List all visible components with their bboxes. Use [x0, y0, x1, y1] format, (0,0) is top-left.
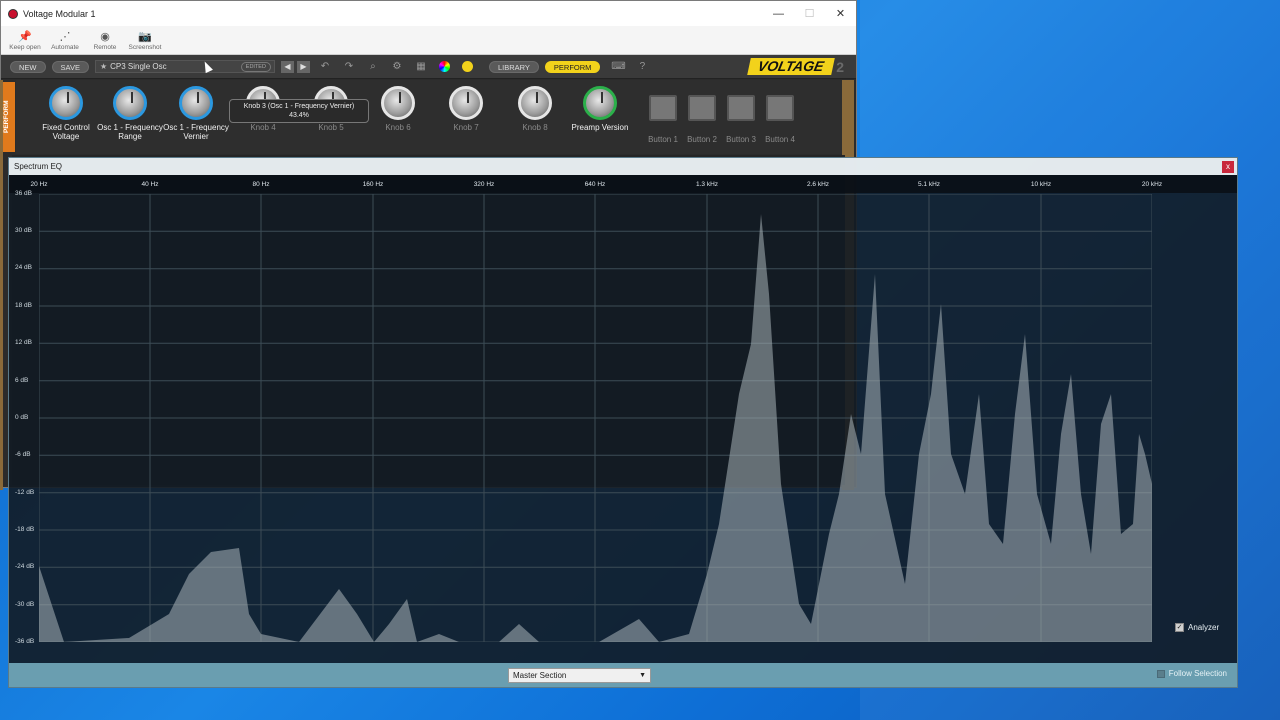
library-button[interactable]: LIBRARY	[488, 60, 539, 73]
knob-dial[interactable]	[113, 86, 147, 120]
voltage-toolbar: 📌 Keep open ⋰ Automate ◉ Remote 📷 Screen…	[1, 26, 856, 55]
eq-close-button[interactable]: x	[1222, 160, 1234, 173]
voltage-titlebar: Voltage Modular 1 — ☐ ✕	[1, 1, 856, 26]
follow-selection-checkbox[interactable]	[1156, 669, 1165, 678]
eq-titlebar: Spectrum EQ x	[9, 158, 1237, 175]
perform-button-2[interactable]	[688, 95, 716, 121]
spectrum-plot[interactable]	[39, 194, 1152, 642]
analyzer-checkbox[interactable]: ✓	[1175, 623, 1184, 632]
knob-dial[interactable]	[179, 86, 213, 120]
knob-preamp-version[interactable]: Preamp Version	[567, 86, 633, 132]
voltage-window-title: Voltage Modular 1	[23, 8, 96, 19]
follow-selection-label: Follow Selection	[1168, 669, 1227, 678]
freq-label: 20 Hz	[30, 181, 48, 188]
analyzer-toggle[interactable]: ✓ Analyzer	[1175, 623, 1219, 632]
star-icon[interactable]: ★	[100, 62, 107, 71]
button-4-label: Button 4	[765, 135, 795, 144]
minimize-icon[interactable]: —	[763, 8, 794, 20]
chevron-down-icon: ▼	[639, 672, 646, 679]
undo-icon[interactable]: ↶	[313, 61, 337, 72]
knob-6[interactable]: Knob 6	[365, 86, 431, 132]
perform-button-3[interactable]	[727, 95, 755, 121]
edited-badge: EDITED	[240, 61, 271, 72]
remote-icon: ◉	[100, 31, 110, 43]
analyzer-label: Analyzer	[1188, 623, 1220, 632]
db-label: 30 dB	[15, 227, 32, 234]
voltage-header-bar: NEW SAVE ★ CP3 Single Osc EDITED ◀ ▶ ↶ ↷…	[1, 55, 856, 79]
freq-label: 20 kHz	[1141, 181, 1163, 188]
redo-icon[interactable]: ↷	[337, 61, 361, 72]
freq-label: 80 Hz	[252, 181, 270, 188]
freq-label: 160 Hz	[362, 181, 384, 188]
freq-label: 640 Hz	[584, 181, 606, 188]
knob-dial[interactable]	[381, 86, 415, 120]
maximize-icon[interactable]: ☐	[794, 7, 825, 20]
db-label: -30 dB	[15, 601, 35, 608]
freq-label: 5.1 kHz	[917, 181, 941, 188]
close-icon[interactable]: ✕	[825, 7, 856, 20]
freq-label: 40 Hz	[141, 181, 159, 188]
db-label: 24 dB	[15, 264, 32, 271]
keep-open-button[interactable]: 📌 Keep open	[5, 31, 45, 54]
db-label: 36 dB	[15, 190, 32, 197]
spectrum-eq-window: Spectrum EQ x 20 Hz 40 Hz 80 Hz 160 Hz 3…	[8, 157, 1238, 688]
eq-footer-bar: Master Section ▼ Follow Selection	[9, 663, 1237, 687]
db-label: -24 dB	[15, 563, 35, 570]
db-label: 0 dB	[15, 414, 29, 421]
next-preset-icon[interactable]: ▶	[296, 60, 310, 73]
db-label: -36 dB	[15, 638, 35, 645]
automate-button[interactable]: ⋰ Automate	[45, 31, 85, 54]
eq-window-title: Spectrum EQ	[14, 162, 63, 171]
knob-8[interactable]: Knob 8	[502, 86, 568, 132]
zoom-icon[interactable]: ⌕	[361, 61, 385, 72]
perform-button[interactable]: PERFORM	[544, 60, 601, 73]
save-button[interactable]: SAVE	[51, 60, 89, 73]
db-label: -18 dB	[15, 526, 35, 533]
knob-dial[interactable]	[49, 86, 83, 120]
knob-osc1-frequency-range[interactable]: Osc 1 - Frequency Range	[97, 86, 163, 141]
knob-dial[interactable]	[518, 86, 552, 120]
automate-icon: ⋰	[59, 31, 71, 43]
db-label: 18 dB	[15, 302, 32, 309]
keyboard-icon[interactable]: ⌨	[606, 61, 630, 72]
knob-osc1-frequency-vernier[interactable]: Osc 1 - Frequency Vernier	[163, 86, 229, 141]
perform-button-4[interactable]	[766, 95, 794, 121]
frequency-axis: 20 Hz 40 Hz 80 Hz 160 Hz 320 Hz 640 Hz 1…	[9, 175, 1237, 193]
knob-tooltip: Knob 3 (Osc 1 - Frequency Vernier) 43.4%	[229, 99, 369, 123]
follow-selection-toggle[interactable]: Follow Selection	[1156, 669, 1227, 678]
perform-tab[interactable]: PERFORM	[3, 82, 15, 152]
voltage-app-icon	[8, 8, 18, 19]
freq-label: 320 Hz	[473, 181, 495, 188]
voltage-logo: VOLTAGE	[746, 58, 835, 75]
camera-icon: 📷	[138, 31, 152, 43]
color-wheel-icon[interactable]	[438, 61, 450, 72]
section-select-value: Master Section	[513, 671, 567, 680]
db-label: 12 dB	[15, 339, 32, 346]
preset-selector[interactable]: ★ CP3 Single Osc EDITED	[94, 60, 275, 73]
knob-fixed-control-voltage[interactable]: Fixed Control Voltage	[33, 86, 99, 141]
knob-dial[interactable]	[583, 86, 617, 120]
remote-button[interactable]: ◉ Remote	[85, 31, 125, 54]
gear-icon[interactable]: ⚙	[385, 61, 409, 72]
perform-button-1[interactable]	[649, 95, 677, 121]
pin-icon: 📌	[18, 31, 32, 43]
knob-dial[interactable]	[449, 86, 483, 120]
new-button[interactable]: NEW	[10, 60, 46, 73]
help-icon[interactable]: ?	[630, 61, 654, 72]
preset-name: CP3 Single Osc	[110, 62, 167, 71]
section-select[interactable]: Master Section ▼	[508, 668, 651, 683]
voltage-logo-number: 2	[836, 58, 844, 75]
knob-7[interactable]: Knob 7	[433, 86, 499, 132]
cable-icon[interactable]	[461, 61, 473, 72]
screenshot-button[interactable]: 📷 Screenshot	[125, 31, 165, 54]
prev-preset-icon[interactable]: ◀	[280, 60, 294, 73]
freq-label: 2.6 kHz	[806, 181, 830, 188]
freq-label: 1.3 kHz	[695, 181, 719, 188]
grid-icon[interactable]: ▦	[409, 61, 433, 72]
db-label: -12 dB	[15, 489, 35, 496]
db-label: 6 dB	[15, 377, 29, 384]
freq-label: 10 kHz	[1030, 181, 1052, 188]
db-label: -6 dB	[15, 451, 31, 458]
